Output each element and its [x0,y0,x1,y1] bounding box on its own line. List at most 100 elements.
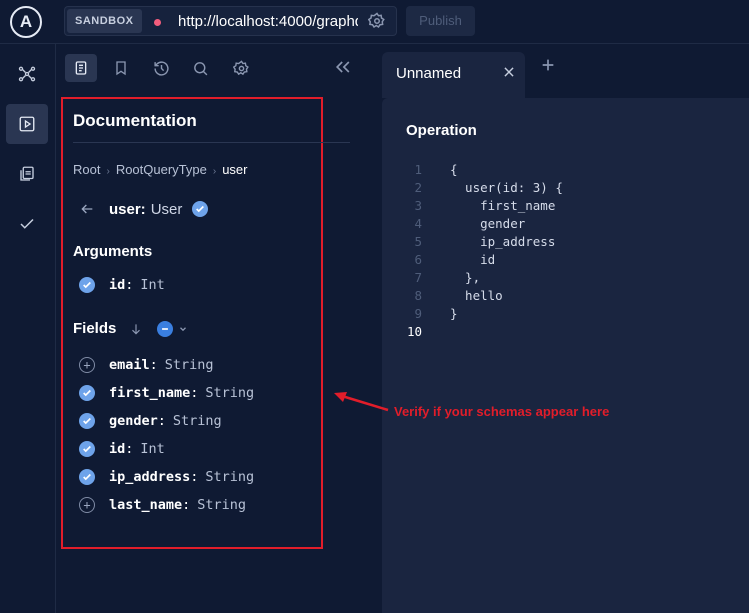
fields-heading: Fields [73,320,117,337]
argument-type[interactable]: Int [140,277,164,293]
apollo-logo[interactable]: A [10,6,42,38]
code-line: 8 hello [400,287,563,305]
code-text: hello [450,288,503,303]
check-circle-icon[interactable] [79,469,95,485]
history-icon [153,60,169,76]
close-icon[interactable] [502,65,516,79]
left-nav [0,44,56,613]
search-icon [193,61,207,75]
type-name: user: [109,200,146,218]
chevron-down-icon[interactable] [178,324,188,334]
code-area[interactable]: 1{ 2 user(id: 3) { 3 first_name 4 gender… [400,161,563,341]
code-line: 4 gender [400,215,563,233]
colon: : [157,413,166,429]
code-text: id [450,252,496,267]
collapse-panel-icon[interactable] [333,57,353,77]
check-circle-icon[interactable] [79,413,95,429]
code-line: 7 }, [400,269,563,287]
field-type[interactable]: String [197,497,246,513]
colon: : [190,469,199,485]
docs-toolbar [57,44,366,90]
breadcrumb-separator-icon: › [212,166,217,177]
check-circle-icon[interactable] [79,441,95,457]
nav-explorer[interactable] [6,104,48,144]
add-circle-icon[interactable]: + [79,357,95,373]
arguments-heading: Arguments [73,243,153,260]
field-row-id[interactable]: id: Int [79,440,165,458]
gear-icon [232,59,249,75]
bookmarks-tab[interactable] [105,54,137,82]
check-circle-icon[interactable] [79,385,95,401]
breadcrumb-root[interactable]: Root [73,162,100,177]
type-selected-check-icon[interactable] [192,201,209,217]
endpoint-url[interactable]: http://localhost:4000/graphql [178,13,358,30]
connection-status-dot [154,19,161,26]
code-line: 6 id [400,251,563,269]
settings-tab[interactable] [225,54,257,82]
connection-settings-gear-icon[interactable] [368,12,386,30]
line-number: 10 [406,324,422,339]
code-text: first_name [450,198,556,213]
annotation-text: Verify if your schemas appear here [394,404,610,419]
field-type[interactable]: String [205,385,254,401]
field-type[interactable]: String [173,413,222,429]
field-name: gender [109,413,158,429]
field-name: last_name [109,497,183,513]
line-number: 7 [414,270,422,285]
add-circle-icon[interactable]: + [79,497,95,513]
operations-icon [20,166,34,181]
field-row-email[interactable]: + email: String [79,356,214,374]
field-type[interactable]: String [165,357,214,373]
documentation-icon [75,61,87,75]
field-row-ip-address[interactable]: ip_address: String [79,468,254,486]
check-circle-icon[interactable] [79,277,95,293]
field-type[interactable]: Int [140,441,164,457]
tab-label: Unnamed [396,65,462,82]
field-row-gender[interactable]: gender: String [79,412,222,430]
breadcrumb-rootquerytype[interactable]: RootQueryType [116,162,207,177]
argument-row[interactable]: id: Int [79,276,165,294]
code-line-current: 10 [400,323,563,341]
code-text: { [450,162,458,177]
code-line: 2 user(id: 3) { [400,179,562,197]
deselect-all-minus-icon[interactable] [157,320,174,337]
fields-heading-row: Fields [73,320,188,337]
sort-arrow-down-icon[interactable] [129,322,143,336]
line-number: 4 [414,216,422,231]
line-number: 8 [414,288,422,303]
sandbox-badge: SANDBOX [67,9,142,33]
type-header: user: User [78,199,209,219]
code-text: } [450,306,458,321]
back-arrow-icon[interactable] [78,201,96,217]
nav-schema[interactable] [6,54,48,94]
nav-operations[interactable] [6,154,48,194]
documentation-tab[interactable] [65,54,97,82]
field-name: id [109,441,126,457]
field-row-last-name[interactable]: + last_name: String [79,496,246,514]
field-name: first_name [109,385,191,401]
code-line: 9} [400,305,563,323]
code-line: 1{ [400,161,563,179]
publish-button[interactable]: Publish [406,6,475,36]
code-text: }, [450,270,481,285]
schema-icon [18,66,36,82]
line-number: 1 [414,162,422,177]
colon: : [125,441,134,457]
code-line: 3 first_name [400,197,563,215]
field-type[interactable]: String [205,469,254,485]
endpoint-url-field[interactable]: SANDBOX http://localhost:4000/graphql [64,6,397,36]
argument-name: id [109,277,126,293]
breadcrumb: Root › RootQueryType › user [73,162,248,177]
colon: : [190,385,199,401]
search-tab[interactable] [184,54,216,82]
code-line: 5 ip_address [400,233,563,251]
history-tab[interactable] [145,54,177,82]
field-row-first-name[interactable]: first_name: String [79,384,254,402]
type-type[interactable]: User [151,201,183,218]
code-text: gender [450,216,526,231]
code-text: ip_address [450,234,556,249]
nav-checks[interactable] [6,204,48,244]
explorer-icon [19,116,35,132]
add-tab-icon[interactable] [540,57,556,73]
tab-unnamed[interactable]: Unnamed [382,52,525,98]
